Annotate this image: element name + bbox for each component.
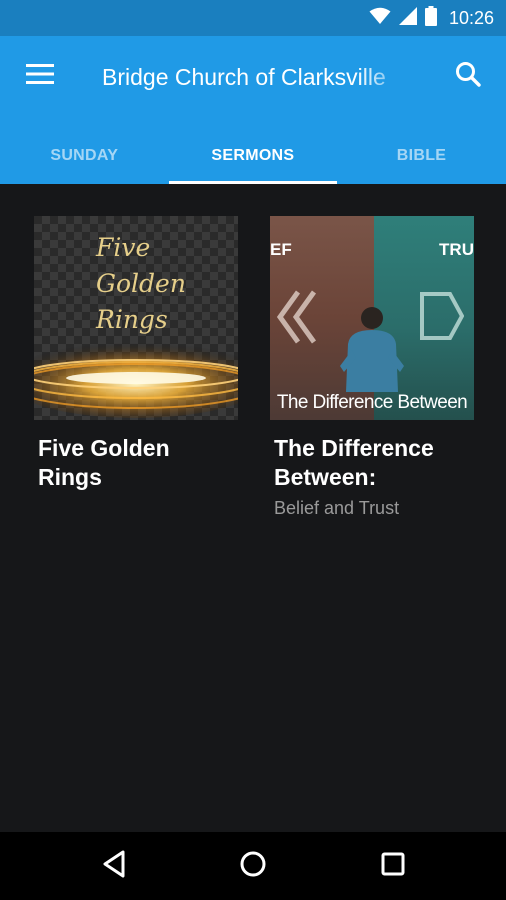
tab-sunday[interactable]: SUNDAY xyxy=(0,128,169,184)
status-time: 10:26 xyxy=(448,7,494,28)
sermon-title: The Difference Between: xyxy=(274,435,434,490)
tab-bar: SUNDAY SERMONS BIBLE xyxy=(0,128,506,184)
person-graphic xyxy=(340,307,404,392)
thumbnail-text-line: Golden xyxy=(96,269,186,298)
app-bar: Bridge Church of Clarksville SUNDAY SERM… xyxy=(0,36,506,184)
thumbnail-left-word: EF xyxy=(270,240,292,259)
sermon-title: Five Golden Rings xyxy=(38,435,170,490)
battery-icon xyxy=(424,5,437,31)
sermon-card-difference-between[interactable]: EF TRU The Difference Between The Differ… xyxy=(270,216,474,520)
thumbnail-caption: The Difference Between xyxy=(276,392,468,413)
right-arrow-graphic xyxy=(420,292,464,340)
back-icon xyxy=(101,850,127,883)
search-icon xyxy=(455,61,481,92)
sermon-subtitle: Belief and Trust xyxy=(274,498,400,518)
status-icons: 10:26 xyxy=(369,0,494,36)
search-button[interactable] xyxy=(446,54,490,98)
tab-sermons[interactable]: SERMONS xyxy=(168,128,338,184)
sermon-thumbnail[interactable]: EF TRU The Difference Between xyxy=(270,216,474,420)
status-bar: 10:26 xyxy=(0,0,506,36)
home-button[interactable] xyxy=(225,846,281,886)
sermon-thumbnail[interactable]: Five Golden Rings xyxy=(34,216,238,420)
left-arrows-graphic xyxy=(276,290,317,344)
navigation-bar xyxy=(0,832,506,900)
sermon-card-five-golden-rings[interactable]: Five Golden Rings Five Golden Rings xyxy=(34,216,238,492)
thumbnail-text-line: Rings xyxy=(96,305,168,334)
recents-button[interactable] xyxy=(365,846,421,886)
recents-icon xyxy=(381,852,405,881)
wifi-icon xyxy=(369,7,391,30)
app-title: Bridge Church of Clarksville xyxy=(102,64,386,90)
back-button[interactable] xyxy=(86,846,142,886)
golden-rings-graphic xyxy=(34,342,238,418)
menu-button[interactable] xyxy=(14,54,66,98)
sermon-grid: Five Golden Rings Five Golden Rings EF T… xyxy=(0,184,506,832)
thumbnail-text-line: Five xyxy=(96,233,151,262)
home-icon xyxy=(239,850,267,883)
cellular-signal-icon xyxy=(398,6,417,30)
thumbnail-title-text: Five Golden Rings xyxy=(96,230,216,338)
hamburger-menu-icon xyxy=(26,63,54,89)
tab-bible[interactable]: BIBLE xyxy=(337,128,506,184)
thumbnail-right-word: TRU xyxy=(439,240,474,259)
